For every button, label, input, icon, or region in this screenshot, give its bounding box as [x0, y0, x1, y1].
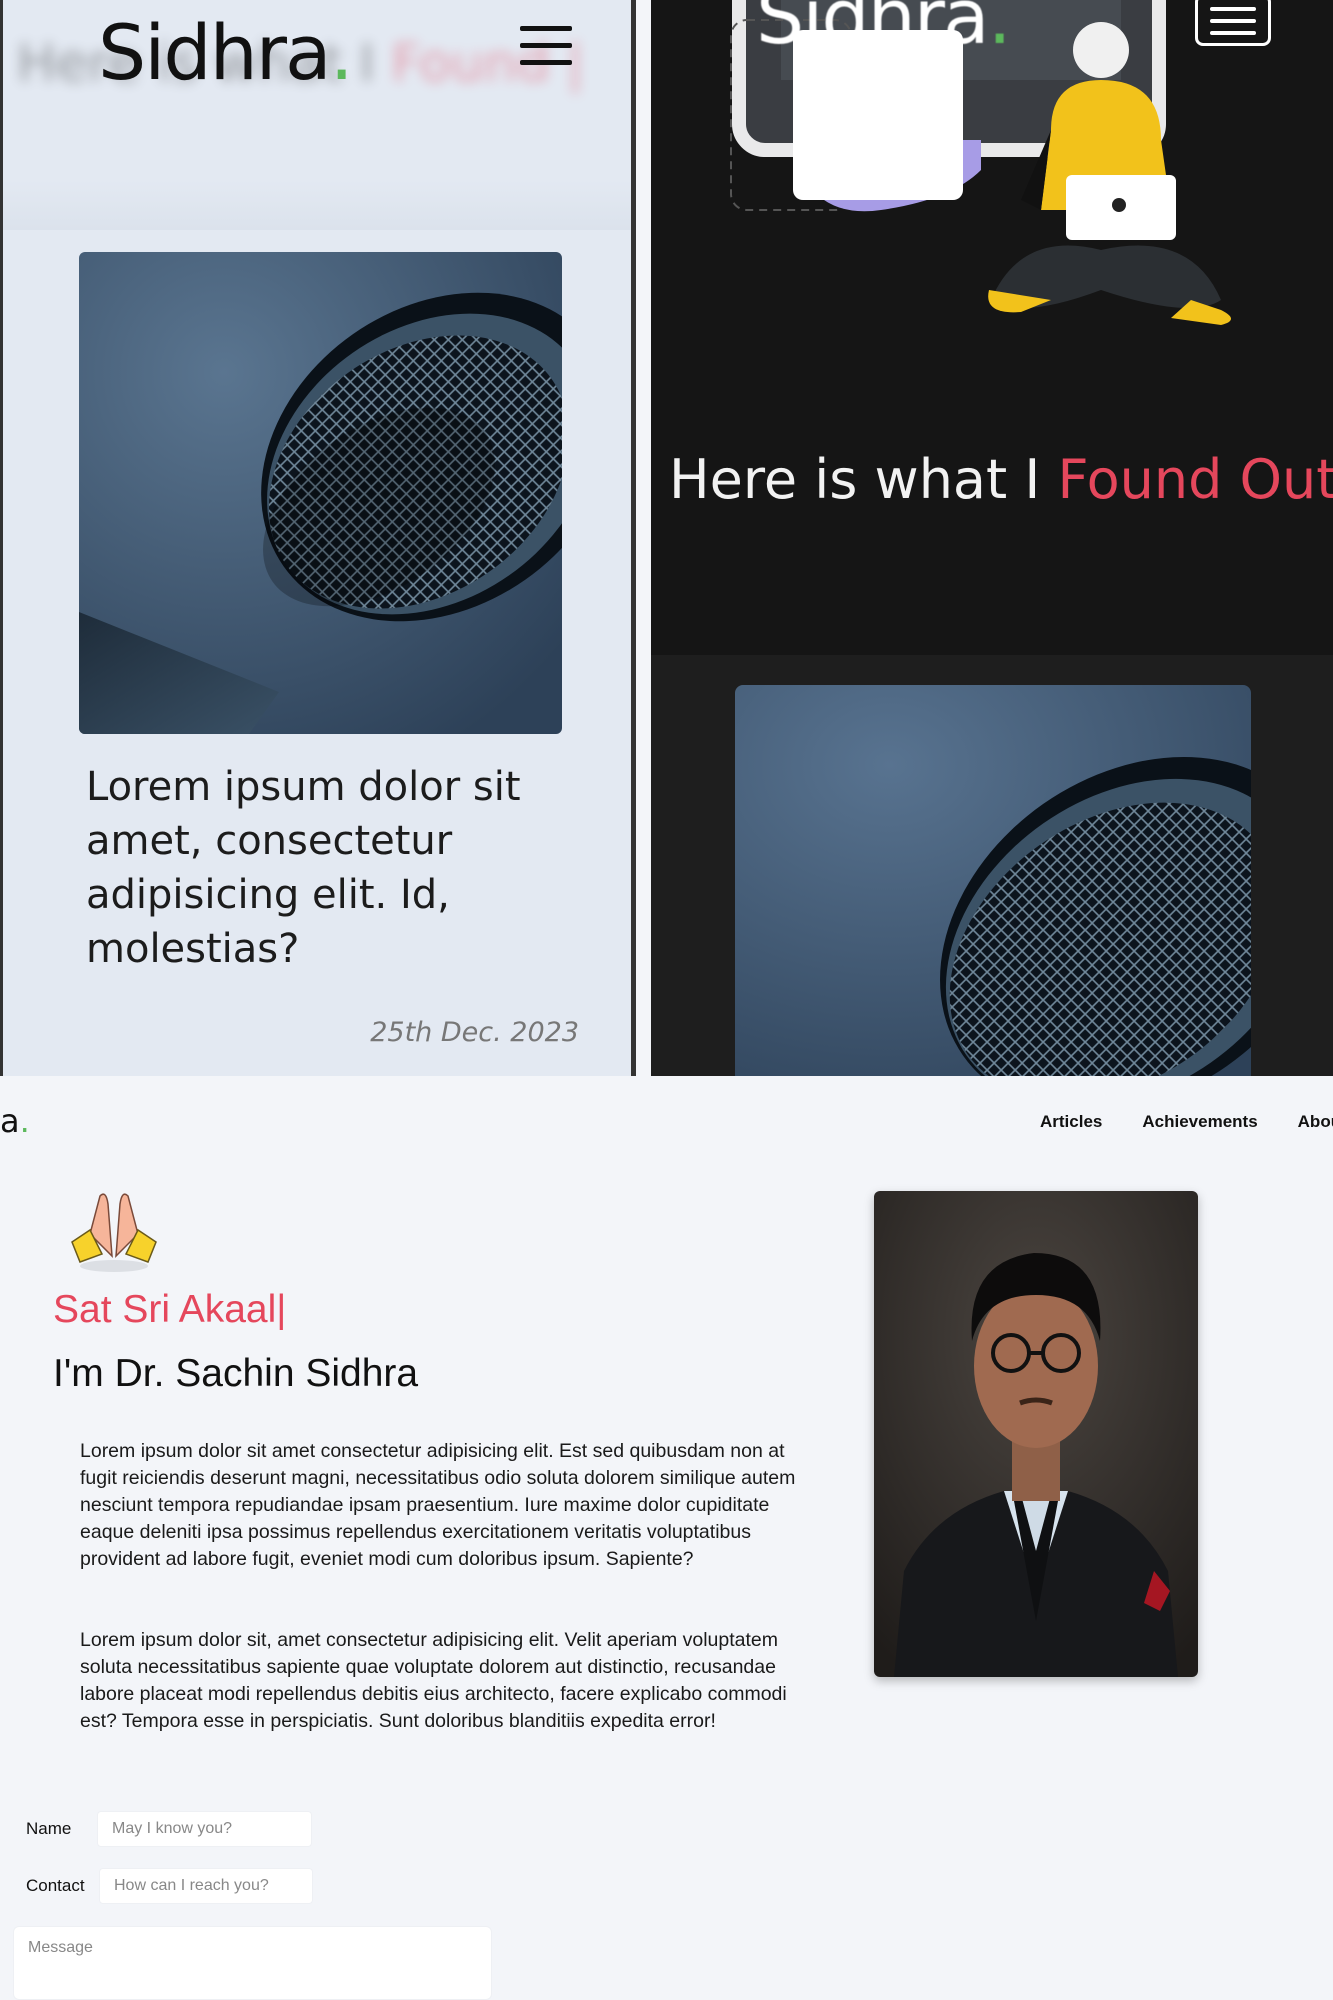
- message-textarea[interactable]: [13, 1926, 492, 2000]
- profile-photo: [874, 1191, 1198, 1677]
- hamburger-icon[interactable]: [520, 26, 572, 65]
- nav-achievements[interactable]: Achievements: [1142, 1112, 1257, 1132]
- author-name: I'm Dr. Sachin Sidhra: [53, 1352, 419, 1395]
- article-date: 25th Dec. 2023: [370, 1017, 579, 1048]
- contact-label: Contact: [26, 1876, 85, 1895]
- section-heading: Here is what I Found Out: [669, 448, 1333, 511]
- greeting-typing: Sat Sri Akaal|: [53, 1288, 287, 1331]
- article-title[interactable]: Lorem ipsum dolor sit amet, consectetur …: [86, 760, 556, 976]
- heading-plain: Here is what I: [669, 448, 1058, 511]
- bio-paragraph-1: Lorem ipsum dolor sit amet consectetur a…: [80, 1440, 796, 1570]
- folded-hands-icon: [71, 1193, 157, 1272]
- logo-dot: .: [987, 0, 1012, 61]
- site-logo[interactable]: Sidhra.: [98, 8, 354, 97]
- heading-red: Found Out: [1057, 448, 1333, 511]
- article-image-microphone[interactable]: [79, 252, 562, 734]
- desktop-view: a. Articles Achievements About Sat Sri A…: [0, 1090, 1333, 2000]
- section-divider: [3, 180, 631, 230]
- name-label: Name: [26, 1819, 72, 1838]
- mobile-light-view: Here is what I Found | Sidhra. Lorem ips…: [0, 0, 636, 1076]
- nav-articles[interactable]: Articles: [1040, 1112, 1102, 1132]
- name-input[interactable]: [97, 1811, 312, 1847]
- logo-text: Sidhra: [98, 8, 332, 97]
- contact-input[interactable]: [99, 1868, 313, 1904]
- main-nav: Articles Achievements About: [1040, 1112, 1333, 1132]
- site-logo[interactable]: a.: [0, 1102, 30, 1140]
- logo-text: a: [0, 1102, 20, 1140]
- mobile-dark-view: Sidhra. Here is what I Found Out: [651, 0, 1333, 1076]
- bio-paragraph-2: Lorem ipsum dolor sit, amet consectetur …: [80, 1629, 787, 1732]
- site-logo[interactable]: Sidhra.: [756, 0, 1012, 61]
- nav-about[interactable]: About: [1298, 1112, 1333, 1132]
- hamburger-icon[interactable]: [1195, 0, 1271, 46]
- logo-text: Sidhra: [756, 0, 990, 61]
- logo-dot: .: [19, 1102, 30, 1140]
- screenshot-collage: Here is what I Found | Sidhra. Lorem ips…: [0, 0, 1333, 2000]
- logo-dot: .: [329, 8, 354, 97]
- article-image-microphone[interactable]: [735, 685, 1251, 1076]
